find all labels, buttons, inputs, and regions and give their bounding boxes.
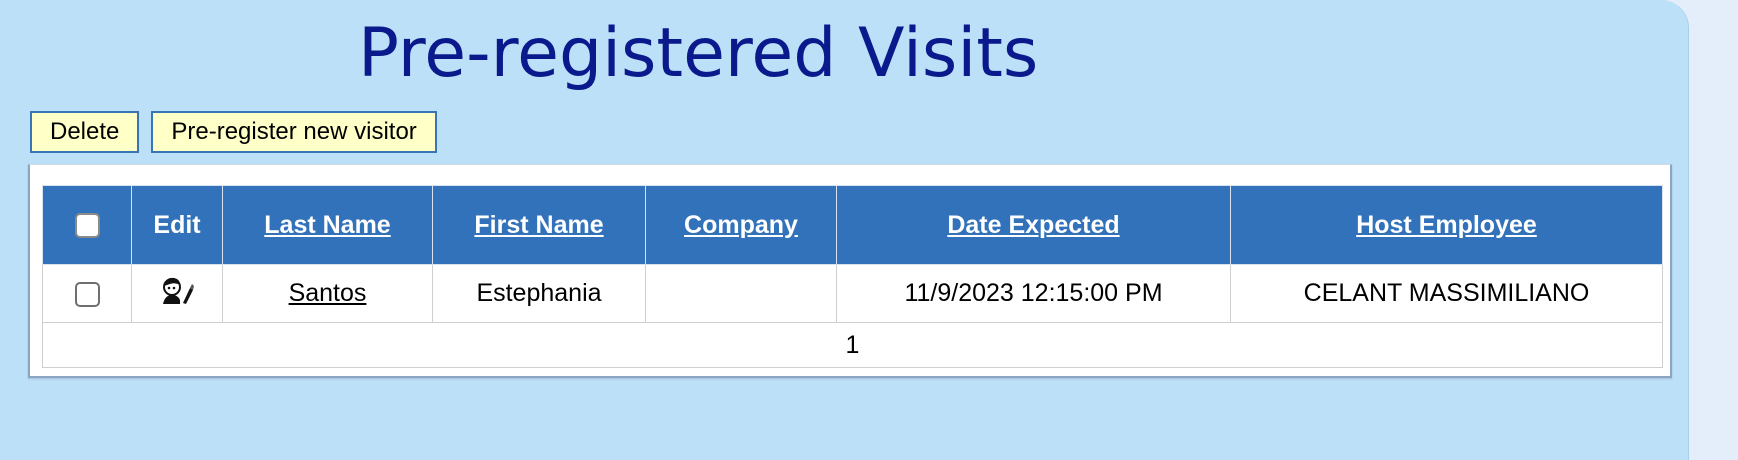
delete-button[interactable]: Delete	[30, 111, 140, 153]
header-select-all	[42, 185, 132, 265]
header-first-name: First Name	[432, 185, 646, 265]
row-company-cell	[645, 264, 837, 323]
row-first-name-cell: Estephania	[432, 264, 646, 323]
row-host-employee-cell: CELANT MASSIMILIANO	[1230, 264, 1663, 323]
edit-user-icon[interactable]	[159, 275, 195, 312]
sort-date-expected-link[interactable]: Date Expected	[947, 211, 1119, 239]
toolbar: Delete Pre-register new visitor	[30, 111, 437, 153]
visits-grid-frame: Edit Last Name First Name Company Date E…	[28, 164, 1672, 378]
visits-grid: Edit Last Name First Name Company Date E…	[42, 185, 1663, 368]
pre-register-new-visitor-button[interactable]: Pre-register new visitor	[151, 111, 437, 153]
content-panel: Pre-registered Visits Delete Pre-registe…	[0, 0, 1689, 460]
header-last-name: Last Name	[222, 185, 433, 265]
row-date-expected-cell: 11/9/2023 12:15:00 PM	[836, 264, 1231, 323]
row-select-cell	[42, 264, 132, 323]
header-edit: Edit	[131, 185, 223, 265]
row-edit-cell	[131, 264, 223, 323]
row-select-checkbox[interactable]	[74, 281, 100, 307]
grid-header-row: Edit Last Name First Name Company Date E…	[42, 185, 1663, 265]
select-all-checkbox[interactable]	[74, 213, 100, 239]
sort-first-name-link[interactable]: First Name	[474, 211, 603, 239]
table-row: Santos Estephania 11/9/2023 12:15:00 PM …	[42, 264, 1663, 323]
header-company: Company	[645, 185, 837, 265]
header-host-employee: Host Employee	[1230, 185, 1663, 265]
last-name-link[interactable]: Santos	[289, 279, 367, 307]
page-number[interactable]: 1	[846, 331, 860, 359]
sort-last-name-link[interactable]: Last Name	[264, 211, 390, 239]
pager-cell: 1	[42, 322, 1663, 368]
page-title: Pre-registered Visits	[358, 14, 1039, 93]
row-last-name-cell: Santos	[222, 264, 433, 323]
header-date-expected: Date Expected	[836, 185, 1231, 265]
sort-company-link[interactable]: Company	[684, 211, 798, 239]
pager-row: 1	[42, 322, 1663, 368]
sort-host-employee-link[interactable]: Host Employee	[1356, 211, 1537, 239]
